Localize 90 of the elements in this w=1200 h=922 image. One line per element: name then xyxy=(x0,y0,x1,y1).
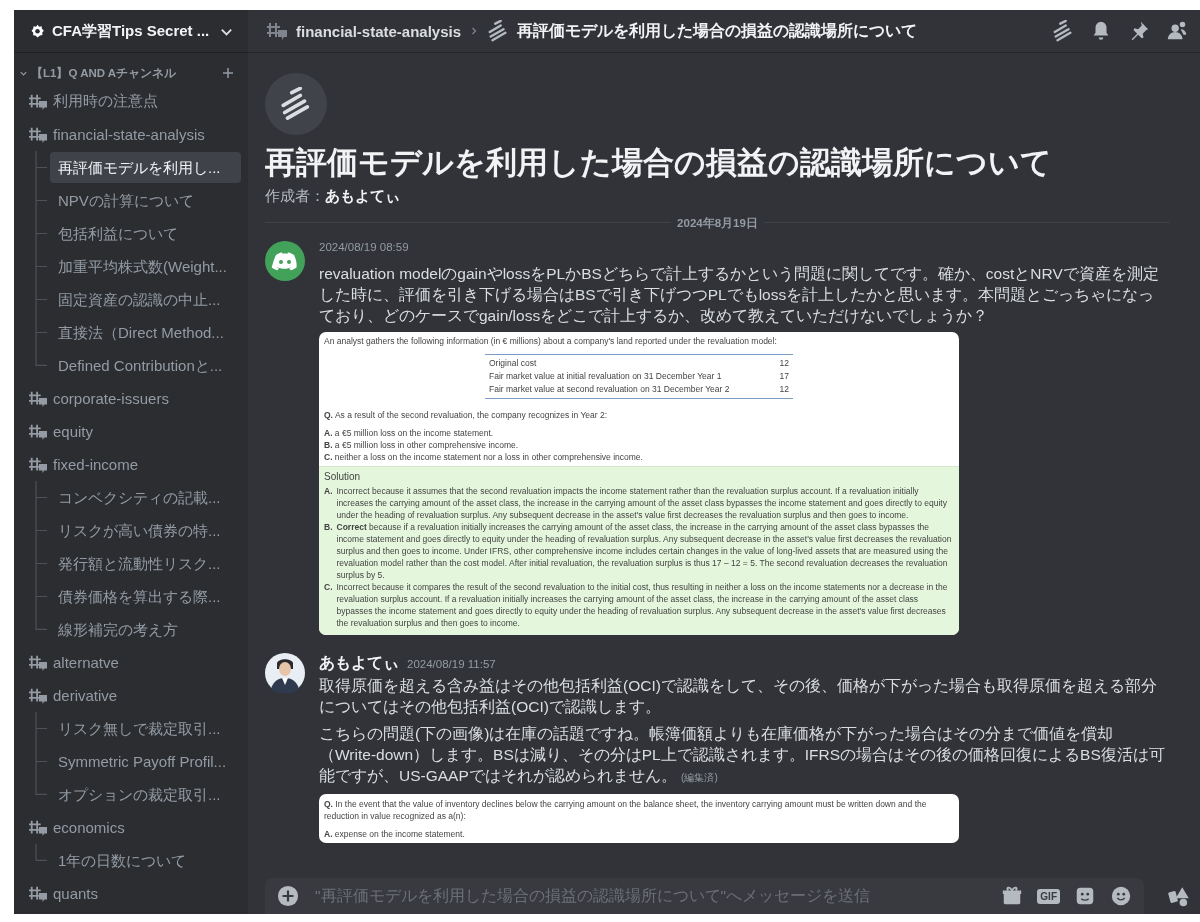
forum-channel-icon xyxy=(266,21,288,41)
sticker-icon[interactable] xyxy=(1074,885,1096,907)
message-text: revaluation modelのgainやlossをPLかBSどちらで計上するかという問題に関してです。確か、costとNRVで資産を測定した時に、評価を引き下げる場合はBSで引き下げつつPLでもlossを計上したかと思います。本問題とごっちゃになっており、どのケースでgain/lossをどこで計上するか、改めて教えていただけないでしょうか？ xyxy=(319,264,1160,326)
thread-item[interactable]: Defined Contributionと... xyxy=(50,350,241,381)
answer-option: B. a €5 million loss in other comprehensive income. xyxy=(324,439,954,451)
solution-text: Incorrect because it compares the result of the second revaluation to the initial cost, thus resulting in neither a loss on the income statements nor a decrease in the revaluation surplus account. If a revaluation initially increases the carrying amount of the asset class, the increase in the carrying amount of the asset class bypasses the income statement and goes directly to equity under the heading of revaluation surplus. Any subsequent decrease in the asset's value first decreases the revaluation surplus and then goes to income. xyxy=(336,581,949,629)
plus-icon[interactable] xyxy=(222,67,234,79)
forum-channel-icon xyxy=(28,422,48,441)
plus-icon[interactable] xyxy=(277,885,299,907)
forum-channel-icon xyxy=(28,653,48,672)
message-text: こちらの問題(下の画像)は在庫の話題ですね。帳簿価額よりも在庫価格が下がった場合はその分まで価値を償却（Write-down）します。BSは減り、その分はPL上で認識されます。IFRSの場合はその後の価格回復によるBS復活は可能ですが、US-GAAPではそれが認められません。 (編集済) xyxy=(319,724,1166,786)
tree-line xyxy=(35,151,47,184)
table-cell: Original cost xyxy=(489,357,537,370)
channel-item[interactable]: financial-state-analysis xyxy=(19,118,241,151)
table-cell: 12 xyxy=(779,383,789,396)
thread-item[interactable]: NPVの計算について xyxy=(50,185,241,216)
thread-item[interactable]: コンベクシティの記載... xyxy=(50,482,241,513)
gif-button[interactable]: GIF xyxy=(1037,888,1060,904)
thread-item[interactable]: 固定資産の認識の中止... xyxy=(50,284,241,315)
forum-channel-icon xyxy=(28,389,48,408)
question-text: Q. As a result of the second revaluation, the company recognizes in Year 2: xyxy=(324,409,609,421)
table-cell: Fair market value at second revaluation on 31 December Year 2 xyxy=(489,383,730,396)
tree-line xyxy=(35,712,47,745)
thread-item[interactable]: 加重平均株式数(Weight... xyxy=(50,251,241,282)
channel-item[interactable]: fixed-income xyxy=(19,448,241,481)
solution-text: Incorrect because it assumes that the second revaluation impacts the income statement rather than the revaluation surplus account. If a revaluation initially increases the carrying amount of the asset class, the increase in the carrying amount of the asset class bypasses the income statement and goes directly to equity under the heading of revaluation surplus. Any subsequent decrease in the asset's value first decreases the revaluation surplus and then goes to income. xyxy=(336,485,948,521)
tree-line xyxy=(35,217,47,250)
emoji-icon[interactable] xyxy=(1110,885,1132,907)
tree-line xyxy=(35,250,47,283)
option-label: B. xyxy=(324,521,333,534)
forum-channel-icon xyxy=(28,125,48,144)
table-cell: 17 xyxy=(779,370,789,383)
thread-item[interactable]: リスク無しで裁定取引... xyxy=(50,713,241,744)
server-header[interactable]: CFA学習Tips Secret ... xyxy=(14,10,248,53)
thread-item[interactable]: 再評価モデルを利用し... xyxy=(50,152,241,183)
username[interactable]: あもよてぃ xyxy=(319,653,399,674)
thread-item[interactable]: オプションの裁定取引... xyxy=(50,779,241,810)
thread-item[interactable]: 債券価格を算出する際... xyxy=(50,581,241,612)
thread-item[interactable]: 線形補完の考え方 xyxy=(50,614,241,645)
forum-channel-icon xyxy=(28,455,48,474)
option-label: A. xyxy=(324,485,333,498)
thread-item[interactable]: 包括利益について xyxy=(50,218,241,249)
answer-option: A. expense on the income statement. xyxy=(324,828,954,840)
attachment-text: An analyst gathers the following information (in € millions) about a company's land reported under the revaluation model: xyxy=(324,336,778,346)
threads-icon[interactable] xyxy=(1052,20,1074,42)
tree-line xyxy=(35,844,47,861)
table-cell: 12 xyxy=(779,357,789,370)
avatar xyxy=(265,653,305,693)
question-text: Q. In the event that the value of inventory declines below the carrying amount on the balance sheet, the inventory carrying amount must be written down and the reduction in value recognized as a(n): xyxy=(324,798,928,822)
attachment-image[interactable] xyxy=(319,794,959,843)
channel-item[interactable]: quants xyxy=(19,877,241,910)
channel-item[interactable]: corporate-issuers xyxy=(19,382,241,415)
forum-channel-icon xyxy=(28,884,48,903)
tree-line xyxy=(35,184,47,217)
thread-item[interactable]: 1年の日数について xyxy=(50,845,241,876)
answer-option: A. a €5 million loss on the income statement. xyxy=(324,427,954,439)
channel-item[interactable]: alternatve xyxy=(19,646,241,679)
avatar xyxy=(265,241,305,281)
thread-item[interactable]: 発行額と流動性リスク... xyxy=(50,548,241,579)
channel-item[interactable]: equity xyxy=(19,415,241,448)
channel-item[interactable]: economics xyxy=(19,811,241,844)
thread-heading: 再評価モデルを利用した場合の損益の認識場所について xyxy=(265,144,1053,182)
channel-item[interactable]: derivative xyxy=(19,679,241,712)
category-header[interactable]: 【L1】Q AND Aチャンネル xyxy=(19,65,241,81)
gift-icon[interactable] xyxy=(1001,885,1024,907)
solution-heading: Solution xyxy=(324,471,362,482)
thread-item[interactable]: Symmetric Payoff Profil... xyxy=(50,746,241,777)
option-label: C. xyxy=(324,581,333,594)
table-cell: Fair market value at initial revaluation on 31 December Year 1 xyxy=(489,370,722,383)
message-text: 取得原価を超える含み益はその他包括利益(OCI)で認識をして、その後、価格が下がった場合も取得原価を超える部分についてはその他包括利益(OCI)で認識します。 xyxy=(319,676,1158,717)
thread-item[interactable]: リスクが高い債券の特... xyxy=(50,515,241,546)
attachment-image[interactable] xyxy=(319,332,959,635)
tree-line xyxy=(35,481,47,514)
timestamp: 2024/08/19 08:59 xyxy=(319,241,409,253)
thread-item[interactable]: 直接法（Direct Method... xyxy=(50,317,241,348)
answer-option: C. neither a loss on the income statement nor a loss in other comprehensive income. xyxy=(324,451,954,463)
members-icon[interactable] xyxy=(1166,20,1188,42)
tree-line xyxy=(35,283,47,316)
forum-channel-icon xyxy=(28,818,48,837)
solution-text: Correct because if a revaluation initially increases the carrying amount of the asset class, the increase in the carrying amount of the asset class bypasses the income statement and goes directly to equity under the heading of revaluation surplus. Any subsequent decrease in the asset's value first decreases the revaluation surplus and then goes to income. Under IFRS, other comprehensive income includes certain changes in the value of long-lived assets that are measured using the revaluation model rather than the cost model. After initial revaluation, the revaluation surplus is thus 17 – 12 = 5. The second revaluation decreases the revaluation surplus by 5. xyxy=(336,521,953,581)
tree-line xyxy=(35,547,47,580)
thread-title: 再評価モデルを利用した場合の損益の認識場所について xyxy=(517,20,919,41)
forum-channel-icon xyxy=(28,686,48,705)
forum-channel-icon xyxy=(28,92,48,111)
creator-line: 作成者：あもよてぃ xyxy=(265,187,401,206)
channel-name[interactable]: financial-state-analysis xyxy=(296,22,462,40)
channel-item[interactable]: 利用時の注意点 xyxy=(19,85,241,118)
timestamp: 2024/08/19 11:57 xyxy=(407,658,496,670)
tree-line xyxy=(35,514,47,547)
server-icon xyxy=(30,23,45,39)
